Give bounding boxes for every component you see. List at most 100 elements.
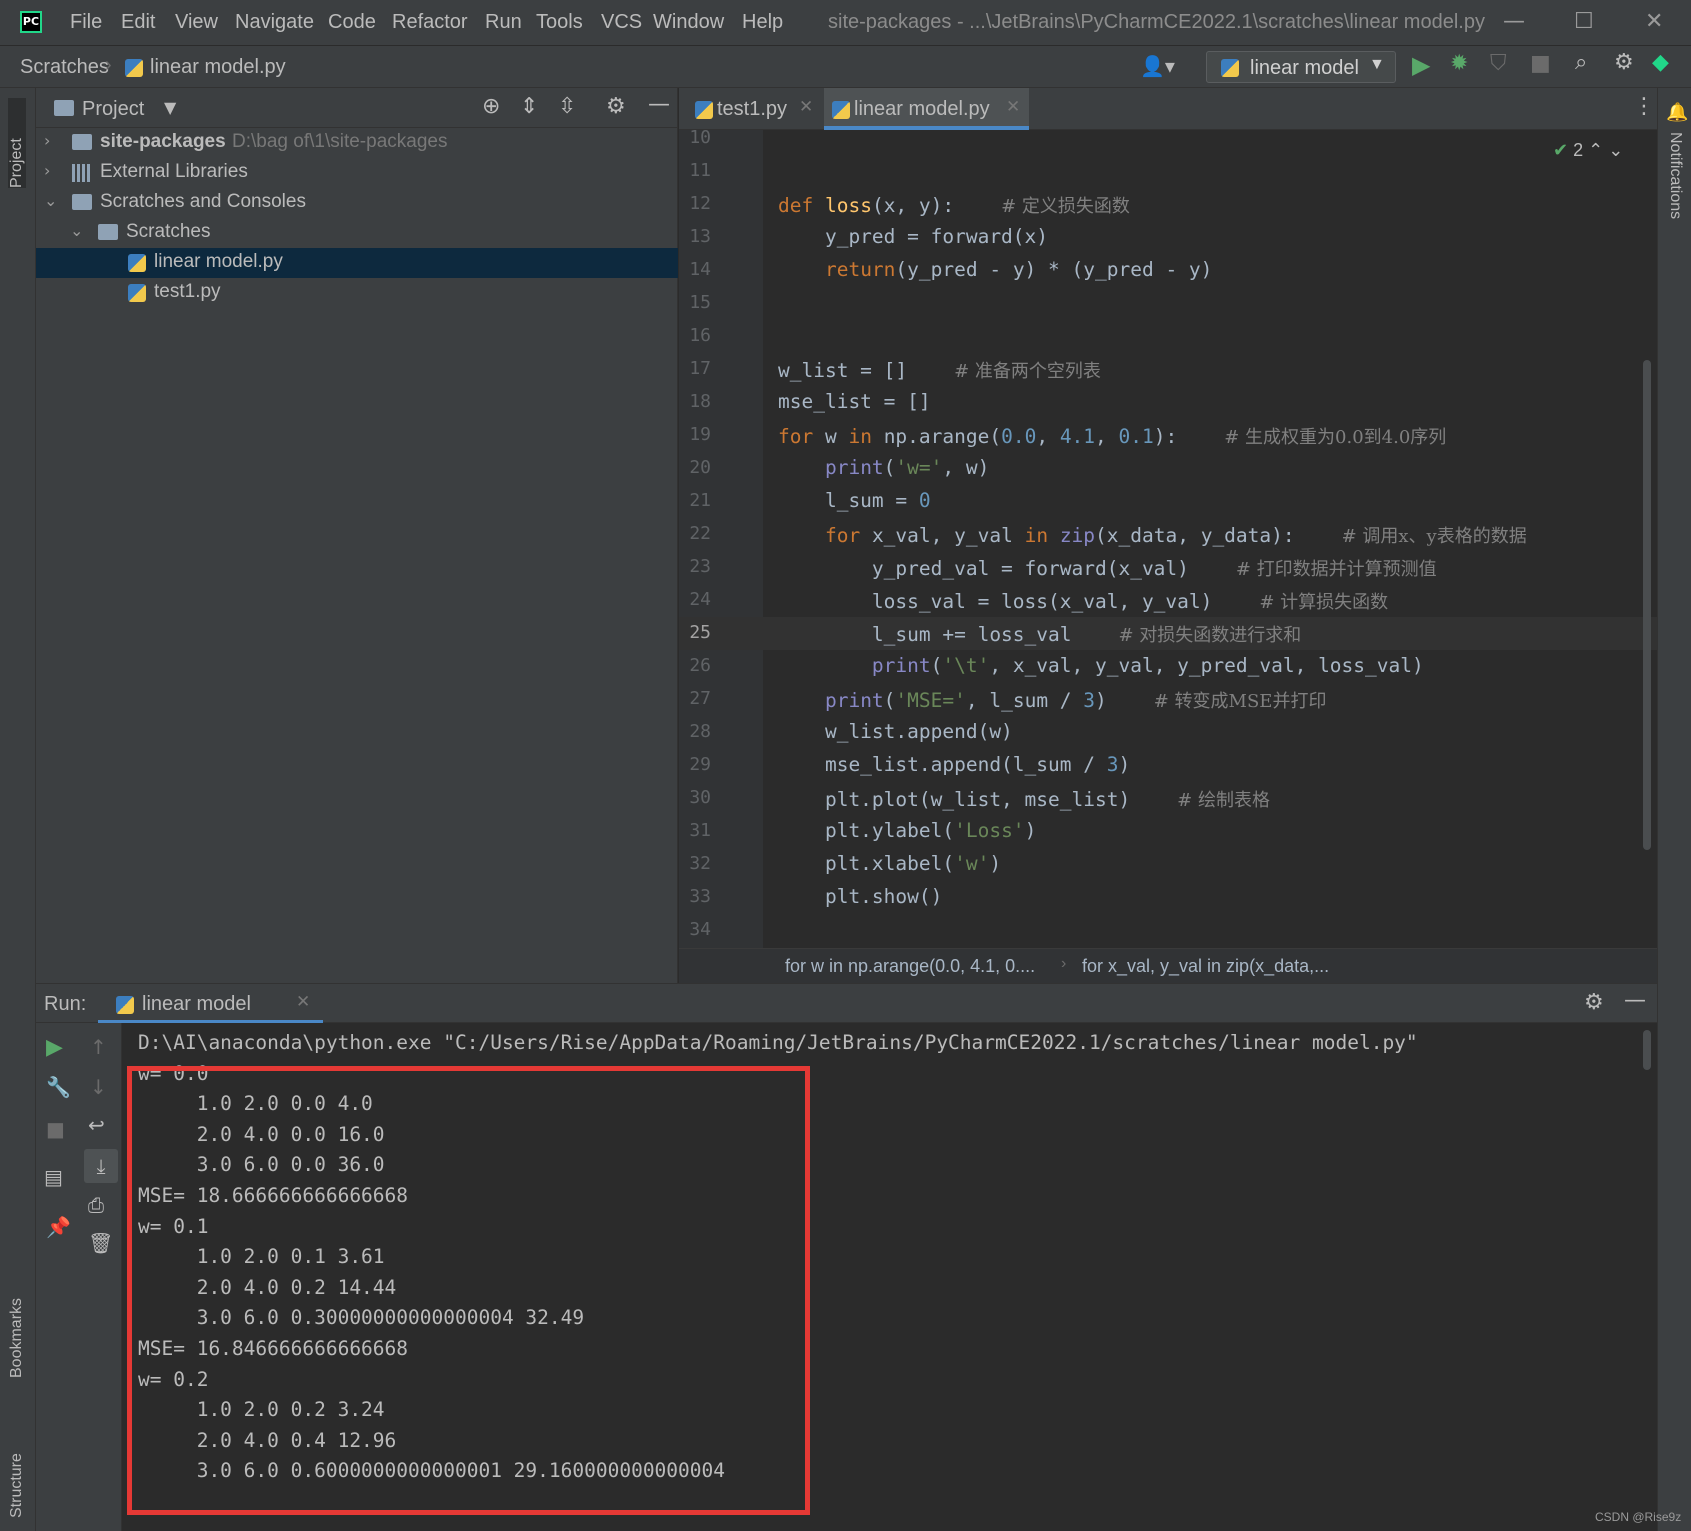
expand-all-icon[interactable]: ⇕ bbox=[520, 94, 538, 119]
code-line[interactable]: 27 print('MSE=', l_sum / 3) # 转变成MSE并打印 bbox=[679, 683, 1657, 716]
menu-edit[interactable]: Edit bbox=[121, 11, 155, 34]
inspection-widget[interactable]: ✔ 2 ⌃ ⌄ bbox=[1553, 140, 1623, 161]
arrow-up-icon[interactable]: ↑ bbox=[90, 1035, 107, 1059]
code-line[interactable]: 21 l_sum = 0 bbox=[679, 485, 1657, 518]
close-window-icon[interactable]: ✕ bbox=[1645, 9, 1663, 34]
code-line[interactable]: 22 for x_val, y_val in zip(x_data, y_dat… bbox=[679, 518, 1657, 551]
chevron-up-icon[interactable]: ⌃ bbox=[1588, 140, 1603, 161]
menu-view[interactable]: View bbox=[175, 11, 218, 34]
editor-scrollbar[interactable] bbox=[1643, 360, 1651, 850]
breadcrumb-scratches[interactable]: Scratches bbox=[20, 56, 109, 79]
maximize-icon[interactable]: ☐ bbox=[1574, 9, 1594, 34]
tree-item-external-libraries[interactable]: › External Libraries bbox=[36, 158, 678, 188]
wrench-icon[interactable]: 🔧 bbox=[46, 1075, 71, 1099]
code-line[interactable]: 14 return(y_pred - y) * (y_pred - y) bbox=[679, 254, 1657, 287]
rerun-icon[interactable]: ▶ bbox=[46, 1035, 63, 1060]
menu-vcs[interactable]: VCS bbox=[601, 11, 642, 34]
project-view-selector[interactable]: Project bbox=[82, 98, 144, 121]
breadcrumb-file[interactable]: linear model.py bbox=[150, 56, 286, 79]
print-icon[interactable]: ⎙ bbox=[88, 1193, 104, 1217]
menu-tools[interactable]: Tools bbox=[536, 11, 583, 34]
run-configuration-selector[interactable]: linear model ▼ bbox=[1206, 51, 1396, 83]
settings-gear-icon[interactable]: ⚙ bbox=[1614, 50, 1634, 75]
close-tab-icon[interactable]: ✕ bbox=[296, 992, 310, 1012]
code-line[interactable]: 11 bbox=[679, 155, 1657, 188]
select-opened-file-icon[interactable]: ⊕ bbox=[482, 94, 500, 119]
collapse-all-icon[interactable]: ⇳ bbox=[558, 94, 576, 119]
user-account-icon[interactable]: 👤▾ bbox=[1140, 54, 1175, 78]
code-editor[interactable]: 10 11 12 def loss(x, y): # 定义损失函数 13 y_pred … bbox=[679, 130, 1657, 948]
notifications-bell-icon[interactable]: 🔔 bbox=[1666, 102, 1688, 123]
chevron-down-icon[interactable]: ⌄ bbox=[44, 191, 57, 210]
tree-item-site-packages[interactable]: › site-packages D:\bag of\1\site-package… bbox=[36, 128, 678, 158]
jetbrains-toolbox-icon[interactable]: ◆ bbox=[1652, 50, 1669, 75]
menu-help[interactable]: Help bbox=[742, 11, 783, 34]
chevron-right-icon[interactable]: › bbox=[44, 131, 50, 150]
code-line[interactable]: 34 bbox=[679, 914, 1657, 947]
code-line[interactable]: 16 bbox=[679, 320, 1657, 353]
code-line[interactable]: 28 w_list.append(w) bbox=[679, 716, 1657, 749]
minimize-icon[interactable]: — bbox=[1503, 9, 1525, 34]
code-line[interactable]: 25 l_sum += loss_val # 对损失函数进行求和 bbox=[679, 617, 1657, 650]
code-line[interactable]: 20 print('w=', w) bbox=[679, 452, 1657, 485]
code-line[interactable]: 26 print('\t', x_val, y_val, y_pred_val,… bbox=[679, 650, 1657, 683]
menu-refactor[interactable]: Refactor bbox=[392, 11, 468, 34]
more-options-icon[interactable]: ⋮ bbox=[1633, 94, 1655, 119]
structure-tool-tab[interactable]: Structure bbox=[8, 1418, 26, 1518]
chevron-down-icon[interactable]: ▼ bbox=[164, 98, 176, 117]
breadcrumb-for-w-loop[interactable]: for w in np.arange(0.0, 4.1, 0.... bbox=[785, 956, 1035, 977]
tree-item-scratches[interactable]: ⌄ Scratches bbox=[36, 218, 678, 248]
console-scrollbar[interactable] bbox=[1643, 1030, 1651, 1070]
code-line[interactable]: 15 bbox=[679, 287, 1657, 320]
menu-navigate[interactable]: Navigate bbox=[235, 11, 314, 34]
debug-icon[interactable]: ✹ bbox=[1450, 51, 1468, 76]
run-with-coverage-icon[interactable]: ⛉ bbox=[1490, 51, 1507, 76]
code-line[interactable]: 33 plt.show() bbox=[679, 881, 1657, 914]
menu-run[interactable]: Run bbox=[485, 11, 522, 34]
code-line[interactable]: 10 bbox=[679, 130, 1657, 155]
code-line[interactable]: 30 plt.plot(w_list, mse_list) # 绘制表格 bbox=[679, 782, 1657, 815]
tree-item-test1-py[interactable]: test1.py bbox=[36, 278, 678, 308]
tree-item-scratches-and-consoles[interactable]: ⌄ Scratches and Consoles bbox=[36, 188, 678, 218]
project-tool-tab[interactable]: Project bbox=[8, 98, 26, 188]
soft-wrap-icon[interactable]: ↩ bbox=[88, 1113, 105, 1137]
code-line[interactable]: 23 y_pred_val = forward(x_val) # 打印数据并计算… bbox=[679, 551, 1657, 584]
layout-icon[interactable]: ▤ bbox=[44, 1165, 63, 1189]
code-line[interactable]: 13 y_pred = forward(x) bbox=[679, 221, 1657, 254]
tab-linear-model-py[interactable]: linear model.py ✕ bbox=[824, 88, 1029, 130]
tree-item-linear-model-py[interactable]: linear model.py bbox=[36, 248, 678, 278]
menu-file[interactable]: File bbox=[70, 11, 102, 34]
menu-window[interactable]: Window bbox=[653, 11, 724, 34]
hide-panel-icon[interactable]: — bbox=[648, 92, 670, 117]
tab-test1-py[interactable]: test1.py ✕ bbox=[687, 88, 822, 130]
scroll-to-end-icon[interactable]: ⤓ bbox=[84, 1149, 118, 1183]
stop-icon[interactable]: ■ bbox=[1530, 51, 1551, 76]
code-line[interactable]: 31 plt.ylabel('Loss') bbox=[679, 815, 1657, 848]
code-line[interactable]: 32 plt.xlabel('w') bbox=[679, 848, 1657, 881]
run-settings-gear-icon[interactable]: ⚙ bbox=[1584, 990, 1604, 1015]
close-tab-icon[interactable]: ✕ bbox=[799, 97, 813, 117]
chevron-right-icon[interactable]: › bbox=[44, 161, 50, 180]
bookmarks-tool-tab[interactable]: Bookmarks bbox=[8, 1268, 26, 1378]
run-icon[interactable]: ▶ bbox=[1412, 51, 1430, 79]
code-line[interactable]: 24 loss_val = loss(x_val, y_val) # 计算损失函… bbox=[679, 584, 1657, 617]
code-line[interactable]: 19 for w in np.arange(0.0, 4.1, 0.1): # 生… bbox=[679, 419, 1657, 452]
options-gear-icon[interactable]: ⚙ bbox=[606, 94, 626, 119]
code-line[interactable]: 12 def loss(x, y): # 定义损失函数 bbox=[679, 188, 1657, 221]
chevron-down-icon[interactable]: ⌄ bbox=[70, 221, 83, 240]
stop-icon[interactable]: ■ bbox=[46, 1117, 65, 1141]
menu-code[interactable]: Code bbox=[328, 11, 376, 34]
arrow-down-icon[interactable]: ↓ bbox=[90, 1075, 107, 1099]
notifications-tool-tab[interactable]: Notifications bbox=[1666, 132, 1684, 219]
close-tab-icon[interactable]: ✕ bbox=[1006, 97, 1020, 117]
code-line[interactable]: 18 mse_list = [] bbox=[679, 386, 1657, 419]
code-line[interactable]: 17 w_list = [] # 准备两个空列表 bbox=[679, 353, 1657, 386]
code-line[interactable]: 29 mse_list.append(l_sum / 3) bbox=[679, 749, 1657, 782]
trash-icon[interactable]: 🗑 bbox=[88, 1231, 113, 1255]
breadcrumb-for-x-val-loop[interactable]: for x_val, y_val in zip(x_data,... bbox=[1082, 956, 1329, 977]
chevron-down-icon[interactable]: ⌄ bbox=[1608, 140, 1623, 161]
search-icon[interactable]: ⌕ bbox=[1575, 50, 1587, 75]
run-tab-linear-model[interactable]: linear model ✕ bbox=[98, 984, 323, 1024]
hide-panel-icon[interactable]: — bbox=[1624, 988, 1646, 1013]
pin-icon[interactable]: 📌 bbox=[46, 1215, 71, 1239]
